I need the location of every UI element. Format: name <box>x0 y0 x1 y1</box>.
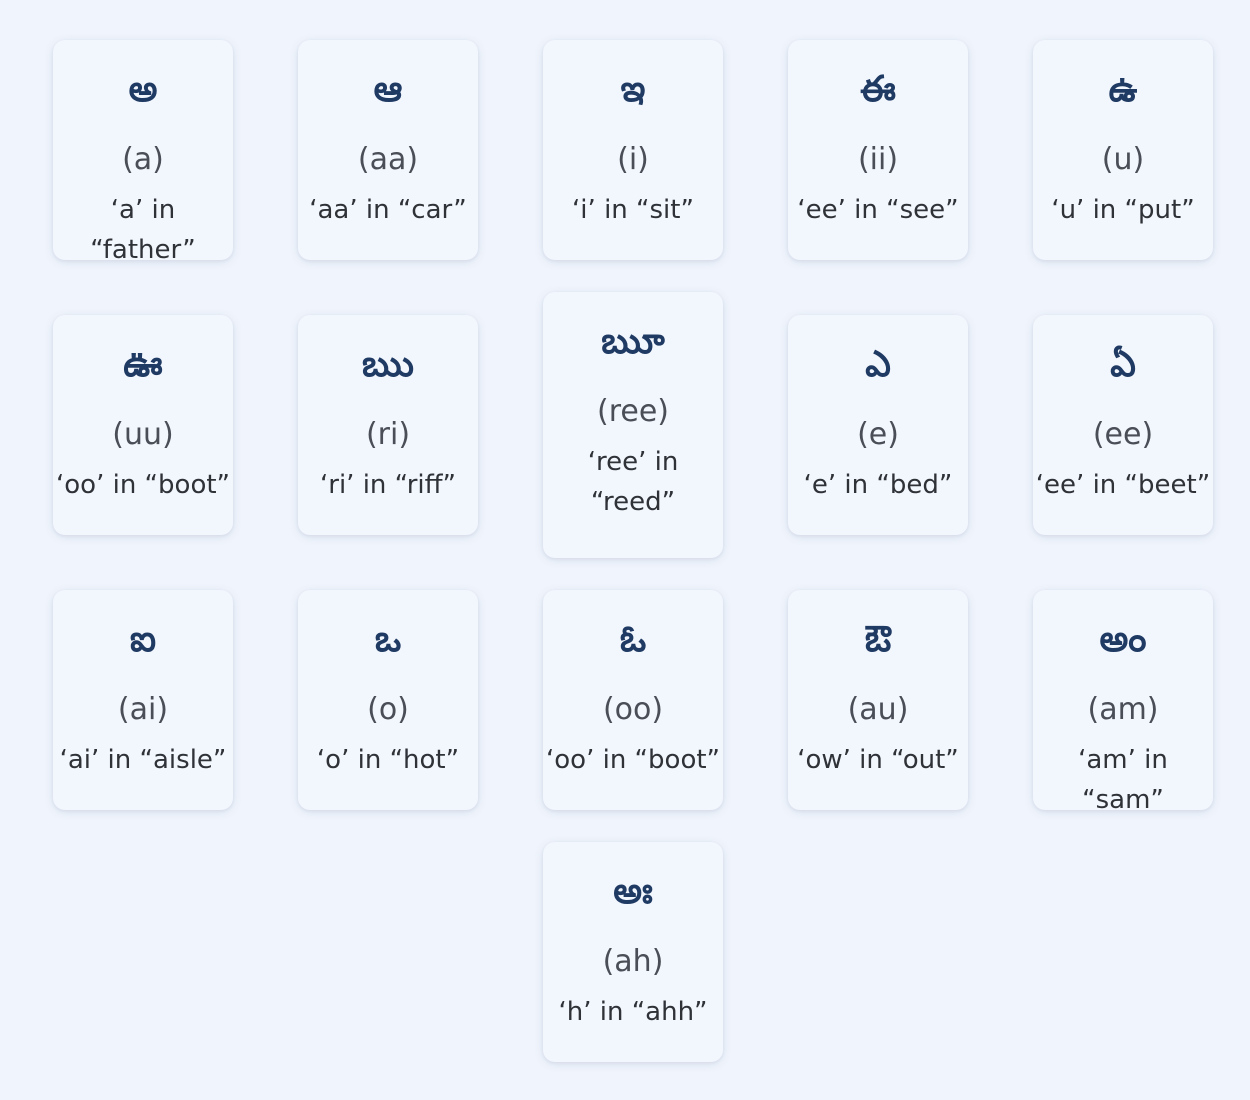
vowel-pronunciation-hint: ‘h’ in “ahh” <box>558 997 708 1027</box>
vowel-transliteration: (uu) <box>112 417 174 452</box>
vowel-glyph: ఒ <box>374 619 402 660</box>
vowel-pronunciation-hint: ‘aa’ in “car” <box>309 195 467 225</box>
vowel-card-aa[interactable]: ఆ (aa) ‘aa’ in “car” <box>298 40 478 260</box>
vowel-transliteration: (oo) <box>602 692 664 727</box>
vowel-card-ri[interactable]: ఋ (ri) ‘ri’ in “riff” <box>298 315 478 535</box>
vowel-pronunciation-hint: ‘ree’ in “reed” <box>587 447 679 517</box>
vowel-glyph: ఋ <box>362 344 414 385</box>
vowel-glyph: ఆ <box>373 69 403 110</box>
vowel-transliteration: (ri) <box>365 417 411 452</box>
vowel-card-ah[interactable]: అః (ah) ‘h’ in “ahh” <box>543 842 723 1062</box>
vowel-transliteration: (aa) <box>357 142 419 177</box>
vowel-transliteration: (ee) <box>1092 417 1154 452</box>
vowel-card-ii[interactable]: ఈ (ii) ‘ee’ in “see” <box>788 40 968 260</box>
vowel-pronunciation-hint: ‘o’ in “hot” <box>316 745 460 775</box>
vowel-glyph: ౠ <box>601 321 665 362</box>
vowel-glyph: ఈ <box>860 69 896 110</box>
vowel-glyph: ఎ <box>865 344 891 385</box>
vowel-glyph: ఓ <box>619 619 647 660</box>
vowel-pronunciation-hint: ‘e’ in “bed” <box>803 470 953 500</box>
vowel-glyph: ఔ <box>864 619 892 660</box>
vowel-card-ee[interactable]: ఏ (ee) ‘ee’ in “beet” <box>1033 315 1213 535</box>
vowel-card-o[interactable]: ఒ (o) ‘o’ in “hot” <box>298 590 478 810</box>
vowel-transliteration: (am) <box>1087 692 1159 727</box>
vowel-pronunciation-hint: ‘oo’ in “boot” <box>545 745 721 775</box>
vowel-transliteration: (a) <box>122 142 164 177</box>
vowel-glyph: ఉ <box>1108 69 1138 110</box>
vowel-card-am[interactable]: అం (am) ‘am’ in “sam” <box>1033 590 1213 815</box>
vowel-pronunciation-hint: ‘oo’ in “boot” <box>55 470 231 500</box>
vowel-glyph: ఇ <box>620 69 646 110</box>
vowel-transliteration: (ai) <box>117 692 169 727</box>
vowel-transliteration: (ah) <box>602 944 664 979</box>
vowel-transliteration: (ii) <box>857 142 899 177</box>
vowel-card-u[interactable]: ఉ (u) ‘u’ in “put” <box>1033 40 1213 260</box>
vowel-glyph: అః <box>613 871 653 912</box>
vowel-card-i[interactable]: ఇ (i) ‘i’ in “sit” <box>543 40 723 260</box>
vowel-pronunciation-hint: ‘i’ in “sit” <box>572 195 694 225</box>
vowel-transliteration: (i) <box>617 142 649 177</box>
vowel-transliteration: (e) <box>857 417 899 452</box>
vowel-pronunciation-hint: ‘ow’ in “out” <box>797 745 959 775</box>
vowel-transliteration: (ree) <box>597 394 669 429</box>
vowel-card-ree[interactable]: ౠ (ree) ‘ree’ in “reed” <box>543 292 723 558</box>
vowel-transliteration: (o) <box>367 692 409 727</box>
vowel-card-ai[interactable]: ఐ (ai) ‘ai’ in “aisle” <box>53 590 233 810</box>
vowel-glyph: ఐ <box>129 619 157 660</box>
vowel-card-grid: అ (a) ‘a’ in “father” ఆ (aa) ‘aa’ in “ca… <box>0 0 1250 1100</box>
vowel-glyph: ఊ <box>123 344 163 385</box>
vowel-card-au[interactable]: ఔ (au) ‘ow’ in “out” <box>788 590 968 810</box>
vowel-pronunciation-hint: ‘ee’ in “beet” <box>1035 470 1211 500</box>
vowel-glyph: అ <box>128 69 158 110</box>
vowel-pronunciation-hint: ‘a’ in “father” <box>90 195 196 265</box>
vowel-card-uu[interactable]: ఊ (uu) ‘oo’ in “boot” <box>53 315 233 535</box>
vowel-transliteration: (u) <box>1101 142 1145 177</box>
vowel-pronunciation-hint: ‘am’ in “sam” <box>1078 745 1168 815</box>
vowel-card-oo[interactable]: ఓ (oo) ‘oo’ in “boot” <box>543 590 723 810</box>
vowel-transliteration: (au) <box>847 692 909 727</box>
vowel-glyph: ఏ <box>1110 344 1136 385</box>
vowel-pronunciation-hint: ‘u’ in “put” <box>1051 195 1195 225</box>
vowel-pronunciation-hint: ‘ri’ in “riff” <box>319 470 457 500</box>
vowel-pronunciation-hint: ‘ee’ in “see” <box>797 195 959 225</box>
vowel-glyph: అం <box>1099 619 1147 660</box>
vowel-pronunciation-hint: ‘ai’ in “aisle” <box>59 745 227 775</box>
vowel-card-a[interactable]: అ (a) ‘a’ in “father” <box>53 40 233 265</box>
vowel-card-e[interactable]: ఎ (e) ‘e’ in “bed” <box>788 315 968 535</box>
